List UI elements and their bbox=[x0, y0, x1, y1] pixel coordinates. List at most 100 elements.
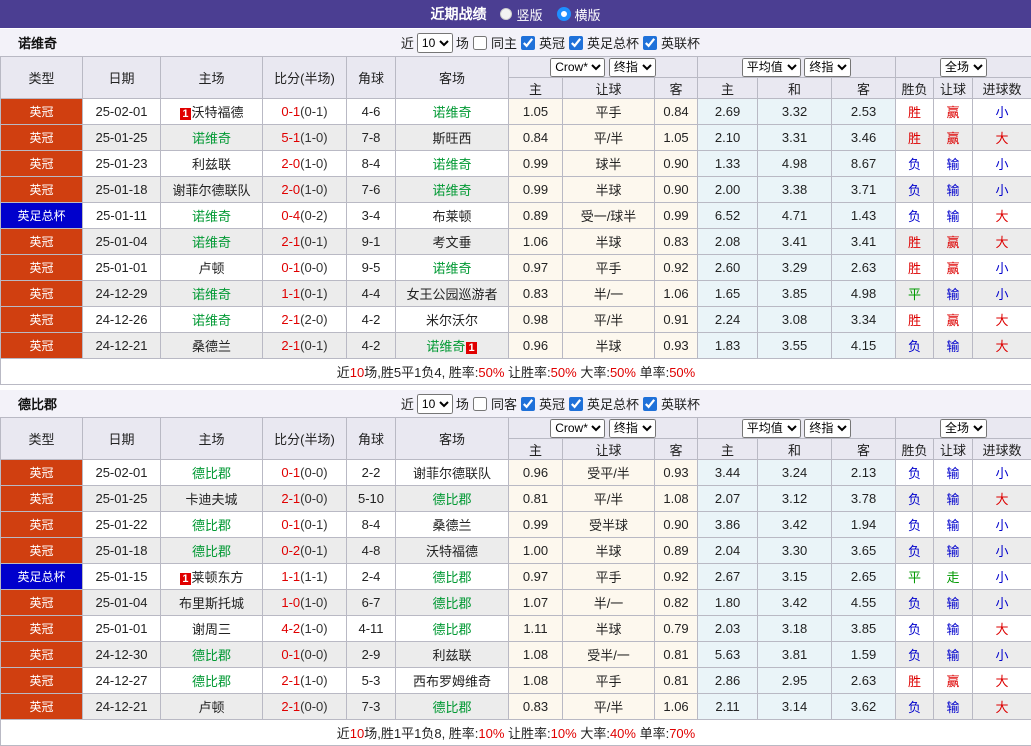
half-time-score: (0-1) bbox=[300, 543, 327, 558]
away-team-cell: 谢菲尔德联队 bbox=[396, 460, 509, 486]
same-venue-checkbox[interactable] bbox=[473, 36, 487, 50]
league-cell: 英冠 bbox=[1, 125, 83, 151]
result-handicap: 赢 bbox=[934, 125, 973, 151]
home-team-cell: 卢顿 bbox=[161, 694, 263, 720]
summary-segment: 40% bbox=[610, 726, 636, 741]
summary-segment: 10 bbox=[350, 365, 364, 380]
full-time-score: 0-1 bbox=[281, 104, 300, 119]
ah-away-odds: 0.90 bbox=[655, 177, 698, 203]
col-ah-away: 客 bbox=[655, 78, 698, 99]
team-label: 利兹联 bbox=[192, 157, 231, 172]
team-label: 斯旺西 bbox=[432, 131, 471, 146]
home-team-cell: 诺维奇 bbox=[161, 203, 263, 229]
league-championship-checkbox[interactable] bbox=[521, 397, 535, 411]
corner-cell: 2-2 bbox=[347, 460, 396, 486]
result-group: 全场 bbox=[896, 57, 1031, 78]
full-time-score: 0-1 bbox=[281, 647, 300, 662]
score-cell: 2-1(0-1) bbox=[263, 333, 347, 359]
ah-home-odds: 1.06 bbox=[509, 229, 563, 255]
summary-segment: 大率: bbox=[577, 365, 610, 380]
team-label: 女王公园巡游者 bbox=[406, 287, 497, 302]
half-time-score: (1-0) bbox=[300, 130, 327, 145]
date-cell: 25-01-25 bbox=[83, 486, 161, 512]
eu-home-odds: 5.63 bbox=[698, 642, 758, 668]
full-time-score: 2-1 bbox=[281, 234, 300, 249]
league-cell: 英冠 bbox=[1, 694, 83, 720]
recent-count-select[interactable]: 10 bbox=[417, 394, 453, 414]
ah-home-odds: 0.96 bbox=[509, 460, 563, 486]
result-wdl: 负 bbox=[896, 203, 934, 229]
average-select[interactable]: 平均值 bbox=[742, 419, 801, 438]
same-venue-checkbox[interactable] bbox=[473, 397, 487, 411]
col-date: 日期 bbox=[83, 418, 161, 460]
eu-draw-odds: 2.95 bbox=[758, 668, 832, 694]
match-row: 英冠24-12-27德比郡2-1(1-0)5-3西布罗姆维奇1.08平手0.81… bbox=[1, 668, 1031, 694]
section-derby: 德比郡 近 10 场 同客 英冠 英足总杯 英联杯 类型 日期 主场 bbox=[0, 389, 1031, 746]
league-facup-checkbox[interactable] bbox=[569, 36, 583, 50]
eu-draw-odds: 3.81 bbox=[758, 642, 832, 668]
eu-stage-select[interactable]: 终指 bbox=[804, 58, 851, 77]
col-eu-away: 客 bbox=[832, 439, 896, 460]
team-label: 德比郡 bbox=[432, 492, 471, 507]
home-team-cell: 布里斯托城 bbox=[161, 590, 263, 616]
ah-stage-select[interactable]: 终指 bbox=[609, 419, 656, 438]
league-facup-checkbox[interactable] bbox=[569, 397, 583, 411]
summary-segment: 10 bbox=[350, 726, 364, 741]
result-wdl: 胜 bbox=[896, 255, 934, 281]
summary-segment: 近 bbox=[337, 365, 350, 380]
full-time-score: 4-2 bbox=[281, 621, 300, 636]
ah-stage-select[interactable]: 终指 bbox=[609, 58, 656, 77]
ah-handicap: 平手 bbox=[563, 99, 655, 125]
page-title: 近期战绩 bbox=[430, 4, 486, 24]
ah-away-odds: 0.84 bbox=[655, 99, 698, 125]
scope-select[interactable]: 全场 bbox=[940, 58, 987, 77]
date-cell: 24-12-30 bbox=[83, 642, 161, 668]
eu-home-odds: 2.10 bbox=[698, 125, 758, 151]
bookmaker-select[interactable]: Crow* bbox=[550, 58, 605, 77]
col-handicap-result: 让球 bbox=[934, 78, 973, 99]
bookmaker-select[interactable]: Crow* bbox=[550, 419, 605, 438]
radio-vertical-layout[interactable]: 竖版 bbox=[500, 5, 542, 24]
match-row: 英冠25-02-01德比郡0-1(0-0)2-2谢菲尔德联队0.96受平/半0.… bbox=[1, 460, 1031, 486]
match-row: 英冠25-02-011沃特福德0-1(0-1)4-6诺维奇1.05平手0.842… bbox=[1, 99, 1031, 125]
league-championship-checkbox[interactable] bbox=[521, 36, 535, 50]
result-goals: 小 bbox=[973, 99, 1031, 125]
ah-away-odds: 0.93 bbox=[655, 460, 698, 486]
corner-cell: 9-1 bbox=[347, 229, 396, 255]
col-ah-handicap: 让球 bbox=[563, 439, 655, 460]
league-championship-label: 英冠 bbox=[539, 394, 565, 413]
full-time-score: 2-1 bbox=[281, 673, 300, 688]
half-time-score: (0-1) bbox=[300, 286, 327, 301]
result-goals: 大 bbox=[973, 203, 1031, 229]
summary-segment: 单率: bbox=[636, 365, 669, 380]
ah-handicap: 平/半 bbox=[563, 125, 655, 151]
eu-away-odds: 3.65 bbox=[832, 538, 896, 564]
radio-horizontal-layout[interactable]: 横版 bbox=[557, 5, 601, 24]
scope-select[interactable]: 全场 bbox=[940, 419, 987, 438]
league-eflcup-checkbox[interactable] bbox=[643, 36, 657, 50]
summary-segment: 10% bbox=[551, 726, 577, 741]
average-select[interactable]: 平均值 bbox=[742, 58, 801, 77]
col-eu-home: 主 bbox=[698, 439, 758, 460]
result-handicap: 赢 bbox=[934, 307, 973, 333]
score-cell: 2-1(0-1) bbox=[263, 229, 347, 255]
league-cell: 英冠 bbox=[1, 486, 83, 512]
recent-count-select[interactable]: 10 bbox=[417, 33, 453, 53]
match-row: 英冠24-12-21卢顿2-1(0-0)7-3德比郡0.83平/半1.062.1… bbox=[1, 694, 1031, 720]
result-handicap: 输 bbox=[934, 460, 973, 486]
ah-home-odds: 0.99 bbox=[509, 151, 563, 177]
col-away: 客场 bbox=[396, 418, 509, 460]
home-team-cell: 诺维奇 bbox=[161, 229, 263, 255]
team-label: 德比郡 bbox=[192, 674, 231, 689]
half-time-score: (0-0) bbox=[300, 699, 327, 714]
ah-away-odds: 1.06 bbox=[655, 694, 698, 720]
eu-away-odds: 1.59 bbox=[832, 642, 896, 668]
eu-stage-select[interactable]: 终指 bbox=[804, 419, 851, 438]
league-cell: 英冠 bbox=[1, 151, 83, 177]
summary-segment: 50% bbox=[669, 365, 695, 380]
eu-odds-group: 平均值 终指 bbox=[698, 418, 896, 439]
corner-cell: 8-4 bbox=[347, 151, 396, 177]
league-eflcup-checkbox[interactable] bbox=[643, 397, 657, 411]
ah-home-odds: 0.97 bbox=[509, 255, 563, 281]
result-group: 全场 bbox=[896, 418, 1031, 439]
